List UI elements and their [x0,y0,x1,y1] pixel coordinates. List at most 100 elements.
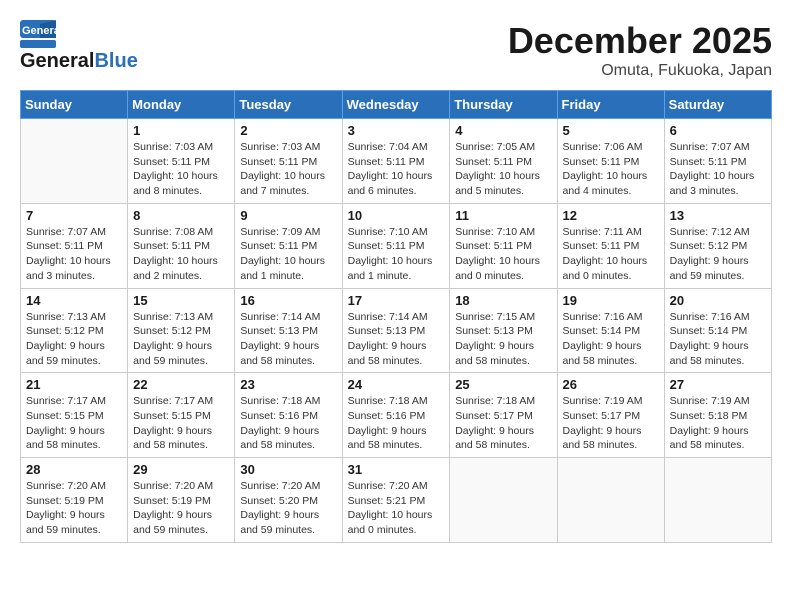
weekday-header-wednesday: Wednesday [342,91,450,119]
day-info: Sunrise: 7:20 AM Sunset: 5:19 PM Dayligh… [133,479,229,538]
day-info: Sunrise: 7:18 AM Sunset: 5:16 PM Dayligh… [348,394,445,453]
calendar-week-row: 28 Sunrise: 7:20 AM Sunset: 5:19 PM Dayli… [21,458,772,543]
day-info: Sunrise: 7:09 AM Sunset: 5:11 PM Dayligh… [240,225,336,284]
weekday-header-sunday: Sunday [21,91,128,119]
day-number: 25 [455,377,551,392]
day-info: Sunrise: 7:20 AM Sunset: 5:21 PM Dayligh… [348,479,445,538]
day-number: 27 [670,377,766,392]
day-number: 9 [240,208,336,223]
svg-text:General: General [22,25,56,37]
day-info: Sunrise: 7:14 AM Sunset: 5:13 PM Dayligh… [348,310,445,369]
day-info: Sunrise: 7:12 AM Sunset: 5:12 PM Dayligh… [670,225,766,284]
day-number: 10 [348,208,445,223]
day-info: Sunrise: 7:20 AM Sunset: 5:19 PM Dayligh… [26,479,122,538]
day-info: Sunrise: 7:18 AM Sunset: 5:16 PM Dayligh… [240,394,336,453]
day-number: 8 [133,208,229,223]
calendar-cell: 23Sunrise: 7:18 AM Sunset: 5:16 PM Dayli… [235,373,342,458]
page-header: General General Blue December 2025 Omuta… [20,20,772,80]
calendar-cell: 13Sunrise: 7:12 AM Sunset: 5:12 PM Dayli… [664,203,771,288]
calendar-cell: 1Sunrise: 7:03 AM Sunset: 5:11 PM Daylig… [128,119,235,204]
day-number: 26 [563,377,659,392]
day-info: Sunrise: 7:08 AM Sunset: 5:11 PM Dayligh… [133,225,229,284]
calendar-cell: 3Sunrise: 7:04 AM Sunset: 5:11 PM Daylig… [342,119,450,204]
day-info: Sunrise: 7:19 AM Sunset: 5:18 PM Dayligh… [670,394,766,453]
day-number: 12 [563,208,659,223]
day-info: Sunrise: 7:13 AM Sunset: 5:12 PM Dayligh… [133,310,229,369]
day-number: 20 [670,293,766,308]
day-info: Sunrise: 7:06 AM Sunset: 5:11 PM Dayligh… [563,140,659,199]
day-info: Sunrise: 7:17 AM Sunset: 5:15 PM Dayligh… [133,394,229,453]
calendar-cell: 24 Sunrise: 7:18 AM Sunset: 5:16 PM Dayli… [342,373,450,458]
calendar-cell: 27 Sunrise: 7:19 AM Sunset: 5:18 PM Dayli… [664,373,771,458]
weekday-header-tuesday: Tuesday [235,91,342,119]
day-number: 17 [348,293,445,308]
calendar-cell: 26 Sunrise: 7:19 AM Sunset: 5:17 PM Dayli… [557,373,664,458]
logo-general: General [20,50,94,73]
day-info: Sunrise: 7:03 AM Sunset: 5:11 PM Dayligh… [240,140,336,199]
day-info: Sunrise: 7:18 AM Sunset: 5:17 PM Dayligh… [455,394,551,453]
calendar-cell: 17 Sunrise: 7:14 AM Sunset: 5:13 PM Dayli… [342,288,450,373]
day-info: Sunrise: 7:10 AM Sunset: 5:11 PM Dayligh… [348,225,445,284]
day-info: Sunrise: 7:13 AM Sunset: 5:12 PM Dayligh… [26,310,122,369]
day-info: Sunrise: 7:19 AM Sunset: 5:17 PM Dayligh… [563,394,659,453]
day-number: 29 [133,462,229,477]
calendar-cell: 29 Sunrise: 7:20 AM Sunset: 5:19 PM Dayli… [128,458,235,543]
day-number: 24 [348,377,445,392]
location-subtitle: Omuta, Fukuoka, Japan [508,62,772,80]
logo-icon: General [20,20,56,48]
calendar-cell: 18 Sunrise: 7:15 AM Sunset: 5:13 PM Dayli… [450,288,557,373]
title-area: December 2025 Omuta, Fukuoka, Japan [508,20,772,80]
weekday-header-row: SundayMondayTuesdayWednesdayThursdayFrid… [21,91,772,119]
day-number: 14 [26,293,122,308]
day-info: Sunrise: 7:04 AM Sunset: 5:11 PM Dayligh… [348,140,445,199]
day-number: 4 [455,123,551,138]
calendar-cell: 30Sunrise: 7:20 AM Sunset: 5:20 PM Dayli… [235,458,342,543]
calendar-week-row: 1Sunrise: 7:03 AM Sunset: 5:11 PM Daylig… [21,119,772,204]
calendar-cell: 8 Sunrise: 7:08 AM Sunset: 5:11 PM Daylig… [128,203,235,288]
day-number: 28 [26,462,122,477]
day-info: Sunrise: 7:14 AM Sunset: 5:13 PM Dayligh… [240,310,336,369]
day-info: Sunrise: 7:03 AM Sunset: 5:11 PM Dayligh… [133,140,229,199]
day-number: 2 [240,123,336,138]
calendar-cell [21,119,128,204]
calendar-cell: 15 Sunrise: 7:13 AM Sunset: 5:12 PM Dayli… [128,288,235,373]
calendar-cell: 6 Sunrise: 7:07 AM Sunset: 5:11 PM Daylig… [664,119,771,204]
day-info: Sunrise: 7:07 AM Sunset: 5:11 PM Dayligh… [670,140,766,199]
weekday-header-thursday: Thursday [450,91,557,119]
day-number: 15 [133,293,229,308]
day-info: Sunrise: 7:16 AM Sunset: 5:14 PM Dayligh… [563,310,659,369]
calendar-cell: 11 Sunrise: 7:10 AM Sunset: 5:11 PM Dayli… [450,203,557,288]
day-number: 11 [455,208,551,223]
calendar-week-row: 14 Sunrise: 7:13 AM Sunset: 5:12 PM Dayli… [21,288,772,373]
day-info: Sunrise: 7:16 AM Sunset: 5:14 PM Dayligh… [670,310,766,369]
weekday-header-saturday: Saturday [664,91,771,119]
day-number: 6 [670,123,766,138]
day-number: 16 [240,293,336,308]
month-title: December 2025 [508,20,772,62]
calendar-cell: 14 Sunrise: 7:13 AM Sunset: 5:12 PM Dayli… [21,288,128,373]
calendar-cell: 4Sunrise: 7:05 AM Sunset: 5:11 PM Daylig… [450,119,557,204]
day-number: 21 [26,377,122,392]
calendar-cell: 31 Sunrise: 7:20 AM Sunset: 5:21 PM Dayli… [342,458,450,543]
day-number: 22 [133,377,229,392]
calendar-cell: 10 Sunrise: 7:10 AM Sunset: 5:11 PM Dayli… [342,203,450,288]
weekday-header-monday: Monday [128,91,235,119]
calendar-cell: 2 Sunrise: 7:03 AM Sunset: 5:11 PM Daylig… [235,119,342,204]
calendar-cell: 22 Sunrise: 7:17 AM Sunset: 5:15 PM Dayli… [128,373,235,458]
calendar-cell [664,458,771,543]
calendar-cell: 5Sunrise: 7:06 AM Sunset: 5:11 PM Daylig… [557,119,664,204]
calendar-cell: 28 Sunrise: 7:20 AM Sunset: 5:19 PM Dayli… [21,458,128,543]
day-number: 7 [26,208,122,223]
calendar-cell: 25 Sunrise: 7:18 AM Sunset: 5:17 PM Dayli… [450,373,557,458]
day-number: 18 [455,293,551,308]
day-info: Sunrise: 7:17 AM Sunset: 5:15 PM Dayligh… [26,394,122,453]
day-info: Sunrise: 7:07 AM Sunset: 5:11 PM Dayligh… [26,225,122,284]
day-info: Sunrise: 7:15 AM Sunset: 5:13 PM Dayligh… [455,310,551,369]
weekday-header-friday: Friday [557,91,664,119]
calendar-cell: 12Sunrise: 7:11 AM Sunset: 5:11 PM Dayli… [557,203,664,288]
day-info: Sunrise: 7:10 AM Sunset: 5:11 PM Dayligh… [455,225,551,284]
logo-blue: Blue [94,50,137,73]
day-number: 31 [348,462,445,477]
calendar-cell: 16 Sunrise: 7:14 AM Sunset: 5:13 PM Dayli… [235,288,342,373]
calendar-cell: 21 Sunrise: 7:17 AM Sunset: 5:15 PM Dayli… [21,373,128,458]
